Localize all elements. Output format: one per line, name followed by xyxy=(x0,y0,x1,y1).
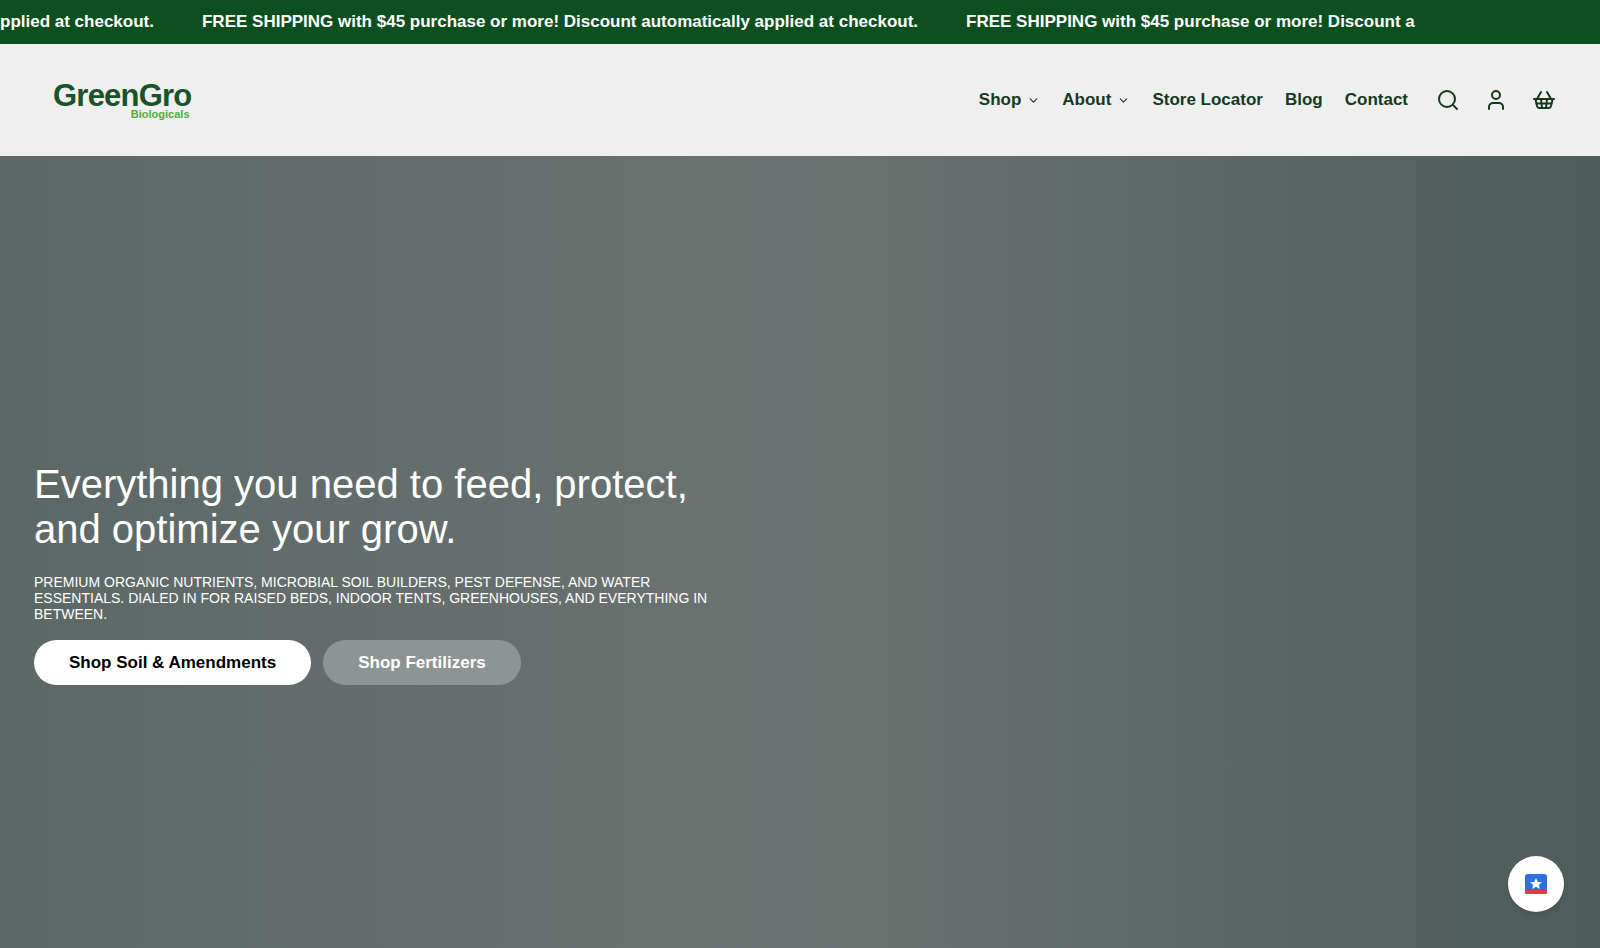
hero-button[interactable]: Shop Soil & Amendments xyxy=(34,640,311,685)
hero-heading: Everything you need to feed, protect,and… xyxy=(34,462,1600,552)
main-nav: Shop About Store Locator Blog Contact xyxy=(979,87,1408,113)
chevron-down-icon xyxy=(1027,94,1040,107)
hero-subheading: PREMIUM ORGANIC NUTRIENTS, MICROBIAL SOI… xyxy=(34,574,1600,622)
nav-item[interactable]: Store Locator xyxy=(1152,87,1263,113)
logo[interactable]: GreenGroBiologicals xyxy=(53,80,192,120)
star-badge-icon xyxy=(1522,870,1550,898)
chevron-down-icon xyxy=(1117,94,1130,107)
logo-name: GreenGro xyxy=(53,80,192,111)
hero-buttons: Shop Soil & Amendments Shop Fertilizers xyxy=(34,640,1600,685)
logo-tagline: Biologicals xyxy=(131,109,190,120)
announcement-message: pplied at checkout. xyxy=(0,9,154,35)
nav-item[interactable]: About xyxy=(1062,87,1130,113)
reviews-widget-button[interactable] xyxy=(1508,856,1564,912)
announcement-bar: pplied at checkout. FREE SHIPPING with $4… xyxy=(0,0,1600,44)
site-header: GreenGroBiologicals Shop About Store Locato… xyxy=(0,44,1600,156)
page: pplied at checkout. FREE SHIPPING with $4… xyxy=(0,0,1600,948)
account-icon[interactable] xyxy=(1484,88,1508,112)
nav-item[interactable]: Blog xyxy=(1285,87,1323,113)
nav-item[interactable]: Contact xyxy=(1345,87,1408,113)
hero: Everything you need to feed, protect,and… xyxy=(0,156,1600,948)
announcement-message: FREE SHIPPING with $45 purchase or more!… xyxy=(966,9,1415,35)
cart-icon[interactable] xyxy=(1532,88,1556,112)
search-icon[interactable] xyxy=(1436,88,1460,112)
header-icons xyxy=(1436,88,1556,112)
header-right: Shop About Store Locator Blog Contact xyxy=(979,87,1556,113)
nav-item[interactable]: Shop xyxy=(979,87,1041,113)
hero-button[interactable]: Shop Fertilizers xyxy=(323,640,521,685)
announcement-message: FREE SHIPPING with $45 purchase or more!… xyxy=(202,9,918,35)
